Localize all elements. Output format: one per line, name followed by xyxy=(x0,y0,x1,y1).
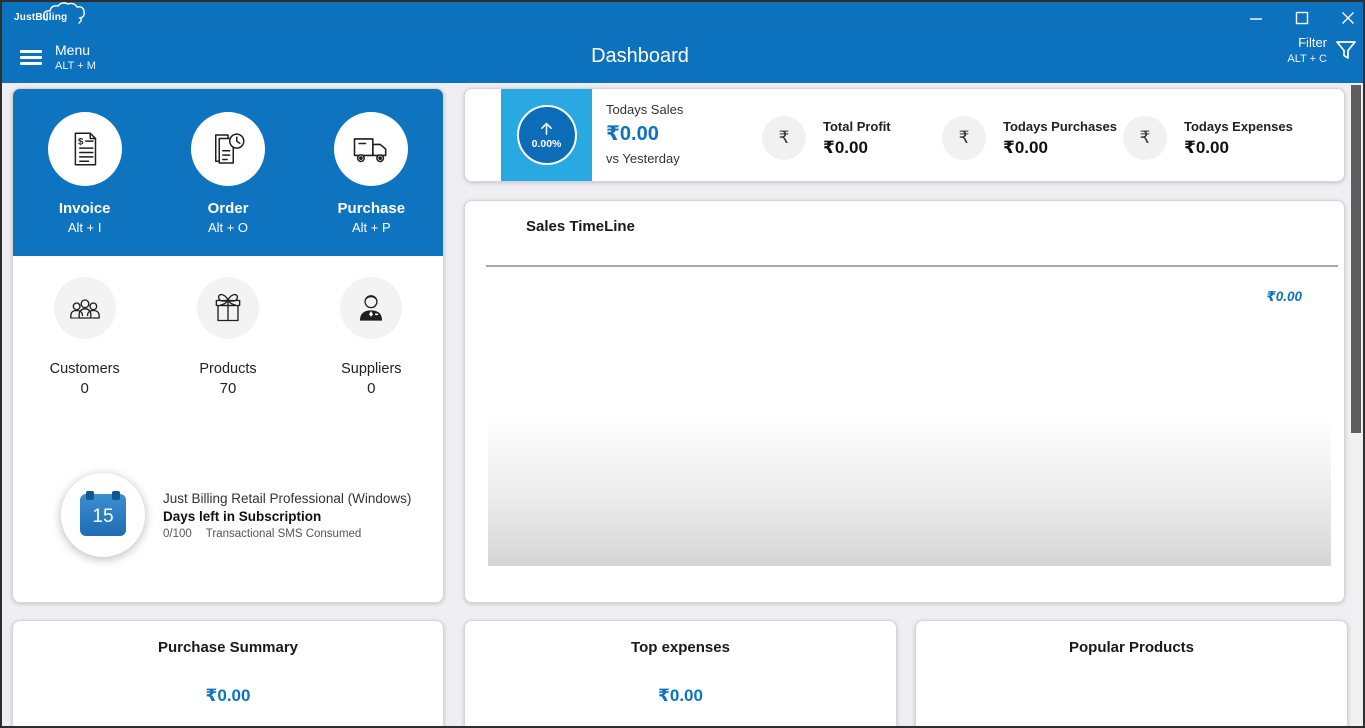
purchase-tile[interactable]: Purchase Alt + P xyxy=(300,89,443,256)
minimize-icon xyxy=(1249,11,1263,25)
invoice-label: Invoice xyxy=(59,200,111,217)
sidebar-card: $ Invoice Alt + I Order Alt + O xyxy=(12,88,444,603)
gift-box-icon xyxy=(208,288,248,328)
sales-timeline-card: Sales TimeLine ₹0.00 xyxy=(464,200,1345,603)
maximize-button[interactable] xyxy=(1293,9,1311,27)
top-expenses-title: Top expenses xyxy=(465,639,896,656)
close-icon xyxy=(1341,11,1355,25)
days-left-value: 15 xyxy=(92,506,113,528)
customers-tile[interactable]: Customers 0 xyxy=(13,277,156,397)
today-sales-label: Todays Sales xyxy=(606,102,683,117)
app-header: JustBilling Menu ALT + M Dashboard Filte… xyxy=(0,0,1365,83)
page-title: Dashboard xyxy=(0,45,1280,68)
purchase-circle xyxy=(334,112,408,186)
cloud-icon xyxy=(41,1,93,27)
suppliers-tile[interactable]: Suppliers 0 xyxy=(300,277,443,397)
purchase-summary-card: Purchase Summary ₹0.00 xyxy=(12,620,444,728)
arrow-up-icon xyxy=(538,120,555,137)
filter-button[interactable]: Filter ALT + C xyxy=(1287,35,1357,65)
delivery-truck-icon xyxy=(349,127,393,171)
order-document-clock-icon xyxy=(207,128,249,170)
todays-expenses-label: Todays Expenses xyxy=(1184,119,1293,134)
customers-group-icon xyxy=(65,288,105,328)
rupee-icon: ₹ xyxy=(1123,116,1167,160)
popular-products-card: Popular Products xyxy=(915,620,1348,728)
suppliers-label: Suppliers xyxy=(341,361,401,377)
products-count: 70 xyxy=(220,380,237,397)
subscription-days-label: Days left in Subscription xyxy=(163,509,411,524)
todays-purchases-label: Todays Purchases xyxy=(1003,119,1117,134)
top-expenses-card: Top expenses ₹0.00 xyxy=(464,620,897,728)
top-expenses-value: ₹0.00 xyxy=(465,686,896,706)
todays-expenses-value: ₹0.00 xyxy=(1184,138,1293,158)
maximize-icon xyxy=(1295,11,1309,25)
sales-percent-circle: 0.00% xyxy=(517,105,577,165)
sales-percent-value: 0.00% xyxy=(532,138,562,150)
purchase-summary-value: ₹0.00 xyxy=(13,686,443,706)
today-sales-value: ₹0.00 xyxy=(606,121,683,146)
purchase-label: Purchase xyxy=(338,200,406,217)
timeline-divider xyxy=(486,265,1338,267)
products-circle xyxy=(197,277,259,339)
invoice-document-icon: $ xyxy=(64,128,106,170)
subscription-info: 15 Just Billing Retail Professional (Win… xyxy=(61,473,411,557)
subscription-days-circle: 15 xyxy=(61,473,145,557)
today-sales-accent-block: 0.00% xyxy=(501,89,592,181)
today-sales-comparison: vs Yesterday xyxy=(606,151,683,166)
calendar-icon: 15 xyxy=(80,494,126,536)
sms-label: Transactional SMS Consumed xyxy=(206,528,362,540)
order-shortcut: Alt + O xyxy=(208,220,248,235)
customers-circle xyxy=(54,277,116,339)
svg-text:$: $ xyxy=(78,137,84,148)
quick-actions-block: $ Invoice Alt + I Order Alt + O xyxy=(13,89,443,256)
products-tile[interactable]: Products 70 xyxy=(156,277,299,397)
filter-label: Filter xyxy=(1287,35,1327,50)
total-profit-label: Total Profit xyxy=(823,119,891,134)
suppliers-circle xyxy=(340,277,402,339)
invoice-shortcut: Alt + I xyxy=(68,220,102,235)
order-label: Order xyxy=(208,200,249,217)
vertical-scrollbar[interactable] xyxy=(1351,85,1361,726)
supplier-person-icon xyxy=(352,289,390,327)
subscription-sms-line: 0/100 Transactional SMS Consumed xyxy=(163,528,411,540)
total-profit-stat: ₹ Total Profit ₹0.00 xyxy=(762,116,891,160)
timeline-chart-area xyxy=(488,416,1331,566)
close-button[interactable] xyxy=(1339,9,1357,27)
justbilling-logo: JustBilling xyxy=(14,7,93,27)
filter-shortcut: ALT + C xyxy=(1287,53,1327,65)
stats-card: 0.00% Todays Sales ₹0.00 vs Yesterday ₹ … xyxy=(464,88,1345,182)
sales-timeline-value: ₹0.00 xyxy=(1266,289,1302,305)
customers-count: 0 xyxy=(80,380,88,397)
products-label: Products xyxy=(199,361,256,377)
invoice-circle: $ xyxy=(48,112,122,186)
window-controls xyxy=(1247,9,1357,27)
customers-label: Customers xyxy=(50,361,120,377)
todays-purchases-value: ₹0.00 xyxy=(1003,138,1117,158)
rupee-icon: ₹ xyxy=(942,116,986,160)
sms-count: 0/100 xyxy=(163,528,192,540)
minimize-button[interactable] xyxy=(1247,9,1265,27)
purchase-shortcut: Alt + P xyxy=(352,220,391,235)
todays-purchases-stat: ₹ Todays Purchases ₹0.00 xyxy=(942,116,1117,160)
todays-expenses-stat: ₹ Todays Expenses ₹0.00 xyxy=(1123,116,1293,160)
purchase-summary-title: Purchase Summary xyxy=(13,639,443,656)
rupee-icon: ₹ xyxy=(762,116,806,160)
subscription-product-name: Just Billing Retail Professional (Window… xyxy=(163,491,411,506)
order-tile[interactable]: Order Alt + O xyxy=(156,89,299,256)
total-profit-value: ₹0.00 xyxy=(823,138,891,158)
order-circle xyxy=(191,112,265,186)
filter-funnel-icon xyxy=(1335,38,1357,62)
suppliers-count: 0 xyxy=(367,380,375,397)
scrollbar-thumb[interactable] xyxy=(1351,85,1361,433)
sales-timeline-title: Sales TimeLine xyxy=(526,218,635,235)
popular-products-title: Popular Products xyxy=(916,639,1347,656)
entity-row: Customers 0 Products 70 xyxy=(13,277,443,397)
invoice-tile[interactable]: $ Invoice Alt + I xyxy=(13,89,156,256)
